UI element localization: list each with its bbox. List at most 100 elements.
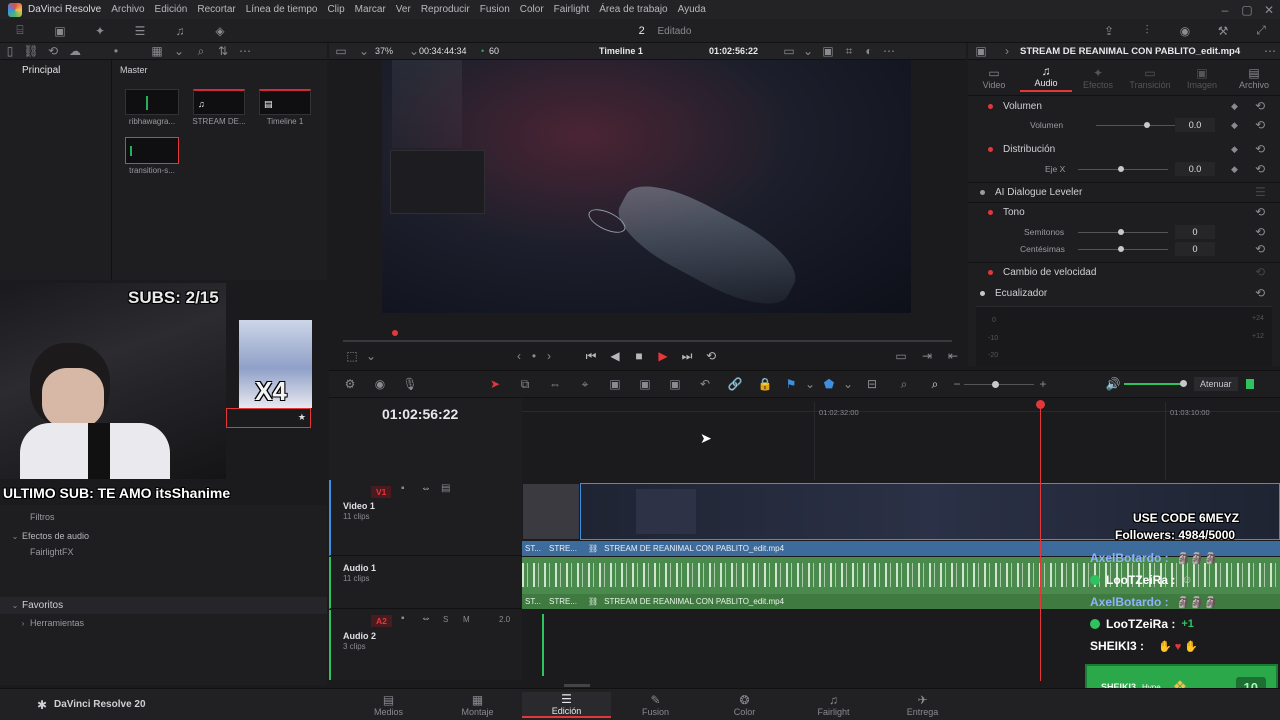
page-color[interactable]: ❂ Color (700, 693, 789, 717)
voiceover-icon[interactable]: 🎙 (395, 377, 425, 391)
enable-dot-icon[interactable] (988, 146, 993, 152)
page-entrega[interactable]: ✈ Entrega (878, 693, 967, 717)
reset-icon[interactable]: ⟲ (1255, 162, 1265, 176)
loop-icon[interactable]: ⟲ (699, 349, 723, 363)
sidebar-toggle-icon[interactable]: ▯ (0, 44, 20, 58)
inspector-toggle-icon[interactable]: ⚒ (1204, 24, 1242, 38)
centesimas-slider-knob[interactable] (1118, 246, 1124, 252)
chevron-down-icon[interactable]: ⌄ (168, 44, 190, 58)
viewer-layout-icon[interactable]: ▭ (329, 44, 353, 58)
clip-thumbnail-selected[interactable] (125, 137, 179, 164)
section-tono[interactable]: Tono ⟲ (968, 202, 1280, 222)
play-icon[interactable]: ▶ (651, 349, 675, 363)
grid-view-icon[interactable]: ▦ (146, 44, 168, 58)
effects-toggle-icon[interactable]: ▣ (40, 24, 80, 38)
dynamic-trim-icon[interactable]: ⇔ (540, 377, 570, 391)
fullscreen-icon[interactable]: ⤢ (1242, 23, 1280, 38)
more-options-icon[interactable]: ⋯ (879, 44, 899, 58)
reset-icon[interactable]: ⟲ (1255, 205, 1265, 219)
jog-left-icon[interactable]: ‹ (509, 349, 529, 363)
eje-x-slider-knob[interactable] (1118, 166, 1124, 172)
volumen-slider[interactable] (1096, 125, 1176, 126)
blade-tool-icon[interactable]: ⌖ (570, 377, 600, 392)
selection-tool-icon[interactable]: ➤ (480, 377, 510, 391)
bin-principal[interactable]: Principal (0, 60, 111, 81)
track-header-v1[interactable]: V1 ▪ ⇔ ▤ Video 1 11 clips (329, 480, 522, 556)
menu-area-de-trabajo[interactable]: Área de trabajo (599, 4, 667, 15)
flag-icon[interactable]: ⚑ (780, 377, 802, 391)
reset-icon[interactable]: ⟲ (1255, 225, 1265, 239)
eq-graph[interactable]: 0 -10 -20 +24 +12 (976, 306, 1272, 366)
reset-icon[interactable]: ⟲ (1255, 242, 1265, 256)
section-volumen[interactable]: Volumen ◆ ⟲ (968, 96, 1280, 116)
sort-icon[interactable]: ⇅ (212, 44, 234, 58)
speaker-icon[interactable]: 🔊 (1102, 377, 1124, 391)
video-clip-short[interactable] (522, 483, 580, 540)
page-medios[interactable]: ▤ Medios (344, 693, 433, 717)
stop-icon[interactable]: ■ (627, 349, 651, 363)
match-frame-icon[interactable]: ▭ (888, 349, 914, 363)
effects-item-audio[interactable]: ⌄ Efectos de audio (0, 527, 327, 545)
favorites-header[interactable]: ⌄ Favoritos (0, 597, 327, 614)
go-to-end-icon[interactable]: ⏭ (675, 349, 699, 364)
tab-imagen[interactable]: ▣ Imagen (1176, 66, 1228, 90)
overwrite-clip-icon[interactable]: ▣ (630, 377, 660, 391)
track-id-a2[interactable]: A2 (371, 615, 392, 627)
section-ecualizador[interactable]: Ecualizador ⟲ (968, 283, 1280, 303)
timeline-playhead[interactable] (1040, 400, 1041, 681)
link-icon[interactable]: ⛓ (20, 44, 42, 58)
edit-index-icon[interactable]: ☰ (120, 24, 160, 38)
mixer-icon[interactable]: ◈ (200, 24, 240, 38)
prev-edit-icon[interactable]: ⇤ (940, 349, 966, 363)
cloud-icon[interactable]: ☁ (64, 44, 86, 58)
keyframe-icon[interactable]: ◆ (1231, 101, 1238, 112)
sound-library-icon[interactable]: ♫ (160, 24, 200, 38)
enable-dot-icon[interactable] (988, 209, 993, 215)
export-icon[interactable]: ⇪ (1090, 24, 1128, 38)
lock-icon[interactable]: ▪ (401, 613, 405, 624)
menu-ayuda[interactable]: Ayuda (678, 4, 706, 15)
minimize-icon[interactable]: – (1214, 3, 1236, 17)
reset-icon[interactable]: ⟲ (1255, 265, 1265, 279)
timeline-name[interactable]: Timeline 1 (599, 46, 709, 56)
track-visibility-icon[interactable]: ▤ (441, 483, 450, 494)
tab-transicion[interactable]: ▭ Transición (1124, 66, 1176, 90)
bin-master[interactable]: Master (112, 60, 327, 80)
next-edit-icon[interactable]: ⇥ (914, 349, 940, 363)
go-to-start-icon[interactable]: ⏮ (579, 349, 603, 364)
enable-dot-icon[interactable] (980, 290, 985, 296)
menu-recortar[interactable]: Recortar (197, 4, 235, 15)
overlay-icon[interactable]: ▣ (817, 44, 839, 58)
menu-edicion[interactable]: Edición (155, 4, 188, 15)
lock-icon[interactable]: ▪ (401, 483, 405, 494)
track-id-v1[interactable]: V1 (371, 486, 392, 498)
transform-icon[interactable]: ⌗ (839, 44, 859, 59)
chevron-down-icon[interactable]: ⌄ (353, 44, 375, 58)
search-icon[interactable]: ⌕ (190, 44, 212, 59)
viewer-scrubber[interactable] (343, 340, 952, 342)
volumen-value[interactable]: 0.0 (1175, 118, 1215, 132)
chevron-down-icon[interactable]: ⌄ (8, 532, 22, 541)
timeline-scrollbar[interactable] (564, 684, 590, 687)
centesimas-value[interactable]: 0 (1175, 242, 1215, 256)
section-cambio-velocidad[interactable]: Cambio de velocidad ⟲ (968, 262, 1280, 282)
trim-tool-icon[interactable]: ⧉ (510, 377, 540, 392)
linked-selection-icon[interactable]: 🔗 (720, 377, 750, 391)
video-frame[interactable] (382, 60, 911, 313)
chevron-down-icon[interactable]: ⌄ (363, 349, 379, 363)
mixer-sliders-icon[interactable]: ⫶ (1128, 23, 1166, 38)
enable-dot-icon[interactable] (988, 103, 993, 109)
menu-reproducir[interactable]: Reproducir (421, 4, 470, 15)
tab-archivo[interactable]: ▤ Archivo (1228, 66, 1280, 90)
view-icon[interactable]: ◉ (365, 377, 395, 391)
semitonos-slider-knob[interactable] (1118, 229, 1124, 235)
more-options-icon[interactable]: ⋯ (234, 44, 256, 58)
menu-linea-de-tiempo[interactable]: Línea de tiempo (246, 4, 318, 15)
metadata-icon[interactable]: ◉ (1166, 24, 1204, 38)
viewer-playhead[interactable] (392, 330, 398, 336)
page-fairlight[interactable]: ♫ Fairlight (789, 693, 878, 717)
clip-thumbnail[interactable]: ♫ (193, 89, 245, 115)
favorites-herramientas[interactable]: › Herramientas (0, 614, 327, 632)
chevron-down-icon[interactable]: ⌄ (8, 601, 22, 610)
jog-dot-icon[interactable]: • (529, 349, 539, 363)
